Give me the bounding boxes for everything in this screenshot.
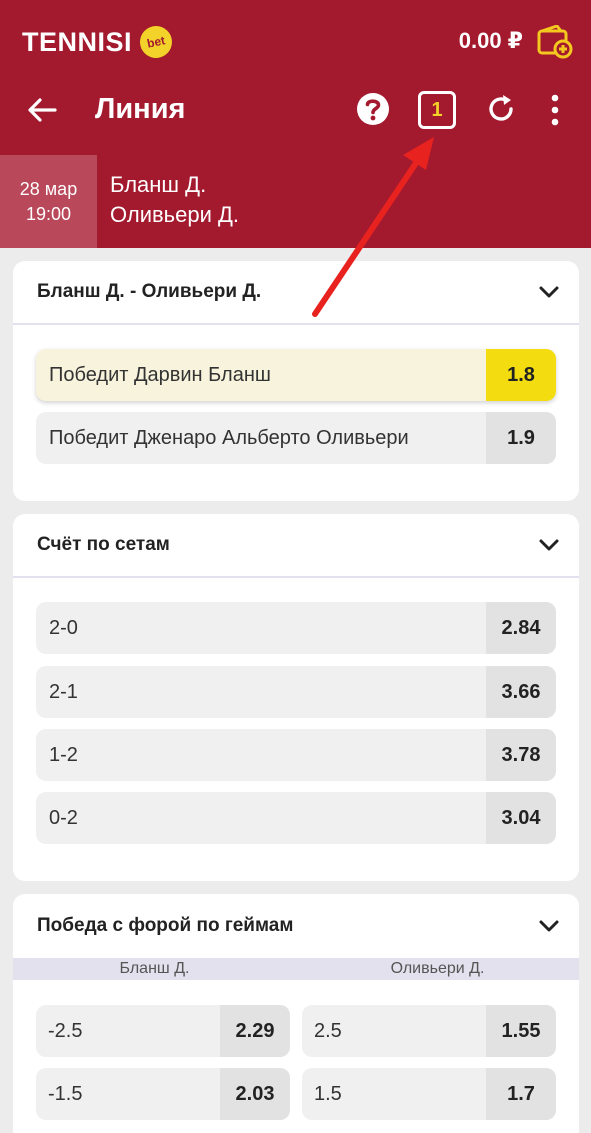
market-handicap-card: Победа с форой по геймам Бланш Д. Оливье… [13, 894, 579, 1133]
handicap-label: 1.5 [314, 1082, 342, 1105]
odds-button[interactable]: 3.78 [486, 729, 556, 781]
handicap-label: -2.5 [48, 1019, 83, 1042]
handicap-label: -1.5 [48, 1082, 83, 1105]
event-date: 28 мар [19, 178, 78, 199]
odds-button[interactable]: 3.66 [486, 666, 556, 718]
market-handicap-header[interactable]: Победа с форой по геймам [13, 894, 579, 958]
column-header-right: Оливьери Д. [390, 960, 485, 977]
event-time: 19:00 [25, 203, 72, 224]
wallet-add-icon[interactable] [537, 25, 573, 59]
arrow-left-icon [28, 98, 57, 122]
handicap-label: 2.5 [314, 1019, 342, 1042]
event-player-1: Бланш Д. [110, 172, 207, 197]
app-header: TENNISI bet 0.00 ₽ Линия 1 [0, 0, 591, 155]
event-datetime: 28 мар 19:00 [0, 155, 97, 248]
chevron-down-icon[interactable] [537, 280, 561, 304]
odds-button[interactable]: 1.55 [486, 1005, 556, 1057]
odds-button[interactable]: 2.03 [220, 1068, 290, 1120]
market-winner-header[interactable]: Бланш Д. - Оливьери Д. [13, 261, 579, 325]
odds-button[interactable]: 1.8 [486, 349, 556, 401]
outcome-label: Победит Дженаро Альберто Оливьери [49, 426, 409, 449]
balance-amount[interactable]: 0.00 ₽ [459, 28, 523, 54]
market-sets-card: Счёт по сетам 2-0 2.84 2-1 3.66 1-2 3.78… [13, 514, 579, 881]
outcome-label: 0-2 [49, 806, 78, 829]
market-sets-header[interactable]: Счёт по сетам [13, 514, 579, 578]
refresh-icon[interactable] [484, 92, 518, 126]
handicap-outcome[interactable]: -1.5 2.03 [36, 1068, 290, 1120]
brand-name: TENNISI [22, 26, 133, 57]
market-sets-title: Счёт по сетам [37, 534, 170, 555]
odds-button[interactable]: 1.7 [486, 1068, 556, 1120]
outcome-row[interactable]: 2-1 3.66 [36, 666, 556, 718]
outcome-label: 2-0 [49, 616, 78, 639]
event-player-2: Оливьери Д. [110, 202, 240, 227]
outcome-label: 2-1 [49, 680, 78, 703]
outcome-row[interactable]: 2-0 2.84 [36, 602, 556, 654]
column-header-left: Бланш Д. [119, 960, 190, 977]
brand-logo: TENNISI bet [22, 23, 175, 61]
odds-button[interactable]: 1.9 [486, 412, 556, 464]
market-winner-card: Бланш Д. - Оливьери Д. Победит Дарвин Бл… [13, 261, 579, 501]
chevron-down-icon[interactable] [537, 914, 561, 938]
outcome-row[interactable]: 0-2 3.04 [36, 792, 556, 844]
market-handicap-title: Победа с форой по геймам [37, 915, 294, 936]
market-winner-title: Бланш Д. - Оливьери Д. [37, 281, 262, 302]
outcome-row[interactable]: Победит Дженаро Альберто Оливьери 1.9 [36, 412, 556, 464]
handicap-column-headers: Бланш Д. Оливьери Д. [13, 958, 579, 980]
handicap-outcome[interactable]: -2.5 2.29 [36, 1005, 290, 1057]
chevron-down-icon[interactable] [537, 533, 561, 557]
odds-button[interactable]: 2.29 [220, 1005, 290, 1057]
event-info: 28 мар 19:00 Бланш Д. Оливьери Д. [0, 155, 591, 248]
handicap-outcome[interactable]: 2.5 1.55 [302, 1005, 556, 1057]
more-vert-icon[interactable] [538, 92, 572, 128]
odds-button[interactable]: 3.04 [486, 792, 556, 844]
bet-slip-button[interactable]: 1 [418, 91, 456, 129]
help-icon[interactable] [354, 90, 392, 128]
event-players: Бланш Д. Оливьери Д. [110, 170, 239, 230]
outcome-row[interactable]: 1-2 3.78 [36, 729, 556, 781]
odds-button[interactable]: 2.84 [486, 602, 556, 654]
bet-slip-count: 1 [431, 98, 443, 121]
outcome-label: 1-2 [49, 743, 78, 766]
handicap-outcome[interactable]: 1.5 1.7 [302, 1068, 556, 1120]
outcome-label: Победит Дарвин Бланш [49, 363, 271, 386]
outcome-row[interactable]: Победит Дарвин Бланш 1.8 [36, 349, 556, 401]
page-title: Линия [95, 93, 186, 125]
back-button[interactable] [20, 88, 64, 132]
brand-badge: bet [137, 23, 175, 61]
